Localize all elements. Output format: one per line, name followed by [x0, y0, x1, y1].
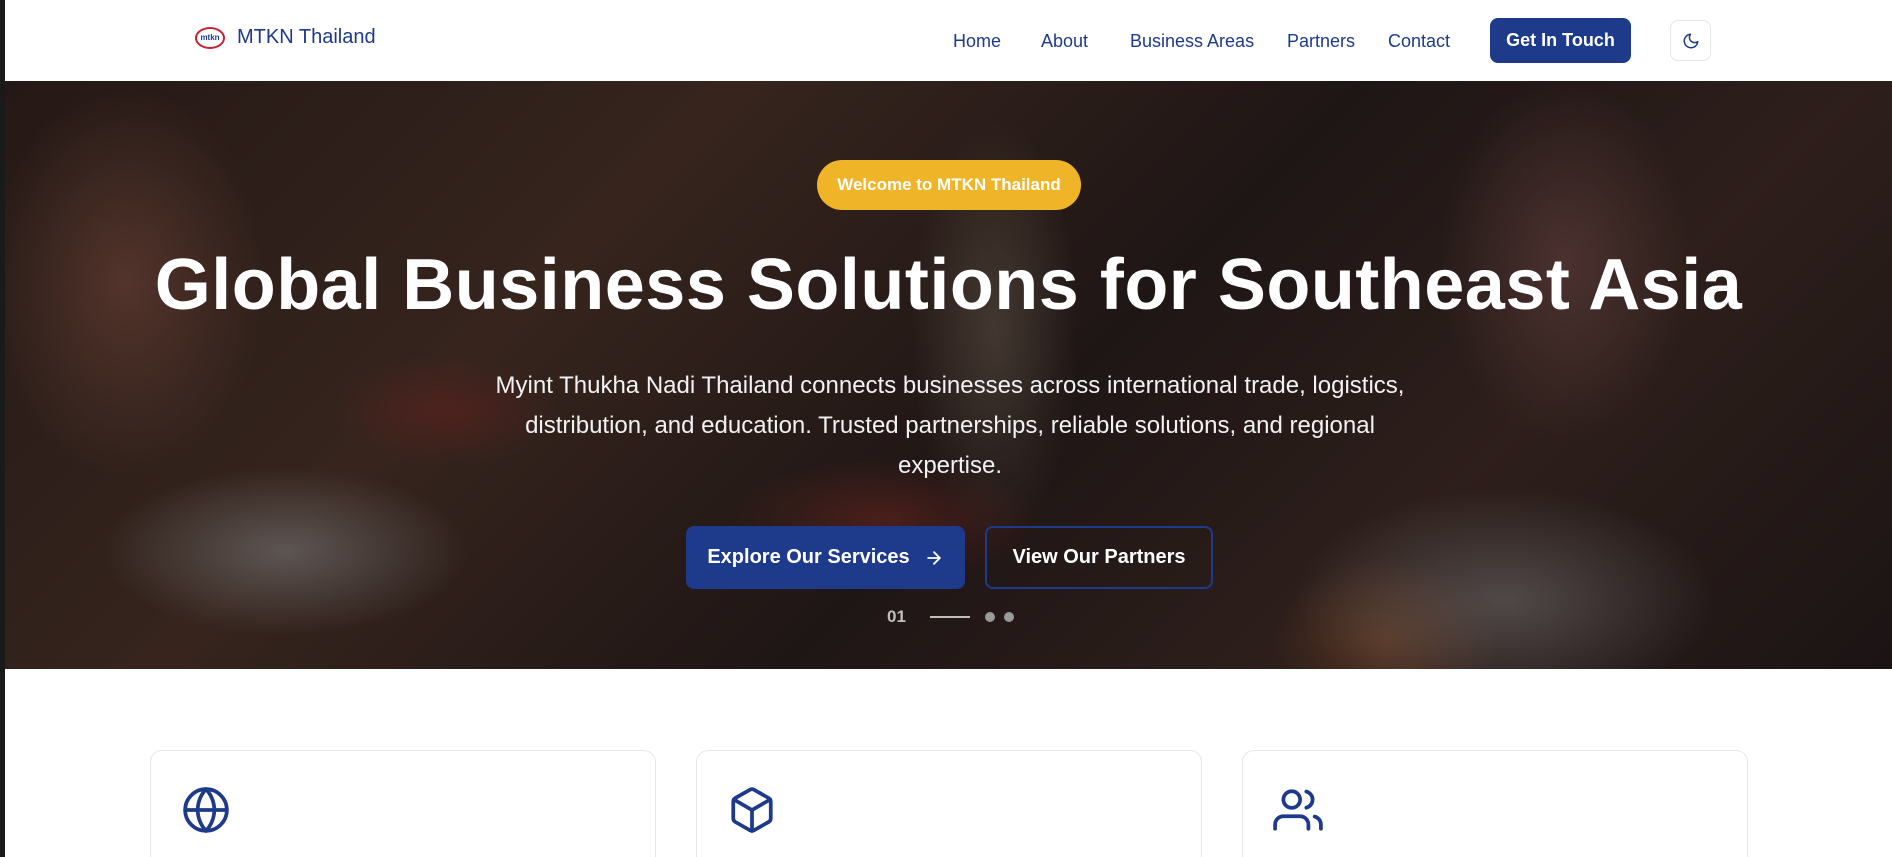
nav-link-contact[interactable]: Contact	[1388, 31, 1450, 52]
navbar: mtkn MTKN Thailand Home About Business A…	[5, 0, 1892, 81]
hero-subtitle: Myint Thukha Nadi Thailand connects busi…	[495, 372, 1405, 479]
hero-title: Global Business Solutions for Southeast …	[154, 245, 1743, 325]
nav-link-business-areas[interactable]: Business Areas	[1130, 31, 1254, 52]
slide-dot-2[interactable]	[985, 612, 995, 622]
welcome-badge: Welcome to MTKN Thailand	[817, 160, 1081, 210]
logo-text: mtkn	[200, 33, 220, 42]
feature-card-logistics	[696, 750, 1202, 857]
explore-services-label: Explore Our Services	[707, 546, 910, 568]
view-partners-button[interactable]: View Our Partners	[985, 526, 1213, 589]
arrow-right-icon	[926, 550, 941, 565]
feature-card-trade	[150, 750, 656, 857]
slide-dot-3[interactable]	[1004, 612, 1014, 622]
globe-icon	[183, 787, 229, 833]
active-slide-indicator[interactable]	[930, 616, 970, 618]
theme-toggle-button[interactable]	[1670, 20, 1711, 61]
nav-link-about[interactable]: About	[1041, 31, 1088, 52]
nav-link-home[interactable]: Home	[953, 31, 1001, 52]
logo: mtkn	[195, 26, 225, 49]
slide-number: 01	[887, 607, 906, 626]
hero-section: Welcome to MTKN Thailand Global Business…	[5, 81, 1892, 669]
brand-name: MTKN Thailand	[237, 26, 376, 48]
explore-services-button[interactable]: Explore Our Services	[686, 526, 965, 589]
get-in-touch-button[interactable]: Get In Touch	[1490, 18, 1631, 63]
moon-icon	[1683, 33, 1698, 48]
users-icon	[1273, 789, 1323, 831]
feature-card-partners	[1242, 750, 1748, 857]
nav-link-partners[interactable]: Partners	[1287, 31, 1355, 52]
brand-link[interactable]: mtkn MTKN Thailand	[195, 26, 376, 49]
page: mtkn MTKN Thailand Home About Business A…	[5, 0, 1892, 857]
package-icon	[731, 787, 773, 833]
